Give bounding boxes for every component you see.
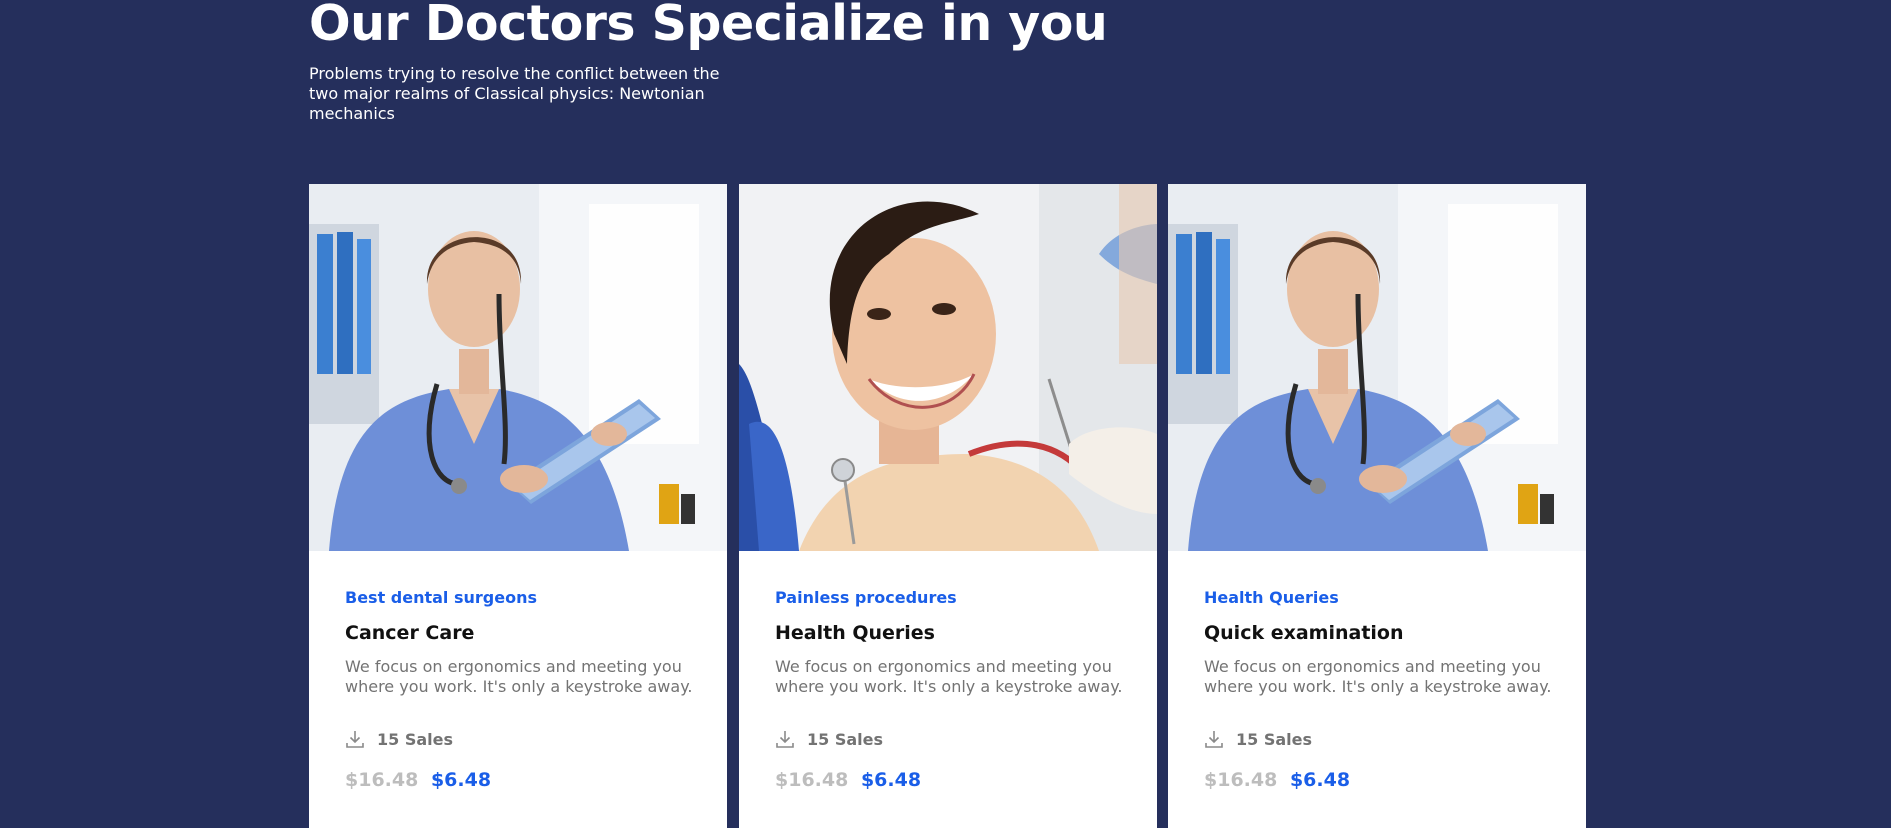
old-price: $16.48 [775, 769, 849, 791]
sales-label: 15 Sales [377, 729, 454, 749]
product-card-cancer-care[interactable]: Best dental surgeons Cancer Care We focu… [309, 184, 727, 828]
download-icon [776, 731, 794, 748]
card-category[interactable]: Best dental surgeons [345, 588, 537, 607]
old-price: $16.48 [345, 769, 419, 791]
card-category[interactable]: Painless procedures [775, 588, 957, 607]
price-row: $16.48 $6.48 [775, 769, 921, 791]
price-row: $16.48 $6.48 [345, 769, 491, 791]
doctor-photo[interactable] [309, 184, 727, 551]
card-description: We focus on ergonomics and meeting you w… [1204, 657, 1552, 696]
doctor-photo[interactable] [1168, 184, 1586, 551]
new-price: $6.48 [860, 769, 922, 791]
product-card-health-queries[interactable]: Painless procedures Health Queries We fo… [739, 184, 1157, 828]
card-category[interactable]: Health Queries [1204, 588, 1339, 607]
section-title: Our Doctors Specialize in you [309, 0, 1108, 52]
product-card-quick-examination[interactable]: Health Queries Quick examination We focu… [1168, 184, 1586, 828]
old-price: $16.48 [1204, 769, 1278, 791]
patient-photo[interactable] [739, 184, 1157, 551]
sales-count: 15 Sales [1204, 729, 1312, 749]
card-description: We focus on ergonomics and meeting you w… [775, 657, 1123, 696]
sales-count: 15 Sales [345, 729, 453, 749]
sales-label: 15 Sales [807, 729, 884, 749]
new-price: $6.48 [1289, 769, 1351, 791]
download-icon [346, 731, 364, 748]
price-row: $16.48 $6.48 [1204, 769, 1350, 791]
sales-label: 15 Sales [1236, 729, 1313, 749]
card-title[interactable]: Health Queries [775, 622, 935, 644]
card-title[interactable]: Quick examination [1204, 622, 1404, 644]
section-subtitle: Problems trying to resolve the conflict … [309, 64, 720, 123]
card-description: We focus on ergonomics and meeting you w… [345, 657, 693, 696]
new-price: $6.48 [430, 769, 492, 791]
card-title[interactable]: Cancer Care [345, 622, 474, 644]
sales-count: 15 Sales [775, 729, 883, 749]
download-icon [1205, 731, 1223, 748]
